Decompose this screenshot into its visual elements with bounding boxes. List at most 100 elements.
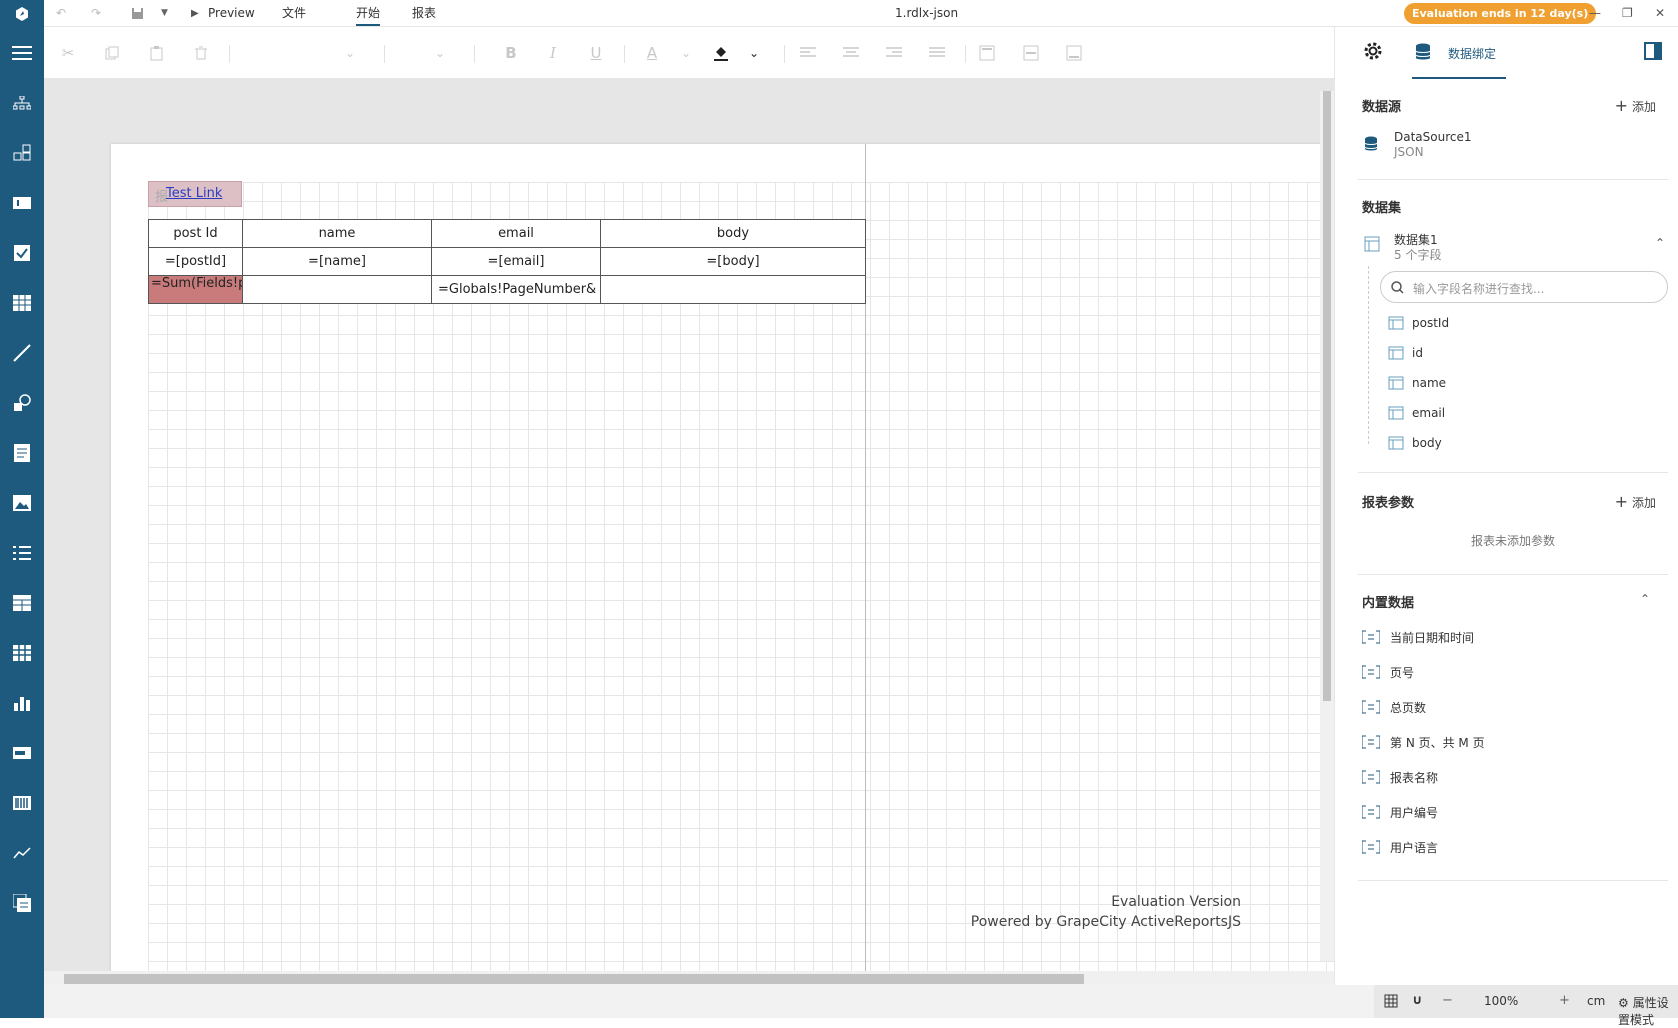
header-cell-postid[interactable]: post Id (148, 219, 243, 248)
settings-gear-icon[interactable] (1362, 40, 1386, 64)
field-item[interactable]: postId (1388, 312, 1449, 334)
hamburger-menu-icon[interactable] (10, 41, 34, 65)
valign-top-icon[interactable] (975, 41, 999, 65)
zoom-out-button[interactable]: − (1442, 993, 1453, 1008)
field-item[interactable]: id (1388, 342, 1423, 364)
undo-button[interactable]: ↶ (56, 0, 66, 27)
align-justify-icon[interactable] (925, 41, 949, 65)
builtin-collapse-icon[interactable]: ⌃ (1640, 592, 1650, 606)
vertical-scrollbar[interactable] (1320, 91, 1334, 961)
textbox-icon[interactable] (10, 191, 34, 215)
footer-cell-sum[interactable]: =Sum(Fields!postId.value) (148, 275, 243, 304)
font-size-dropdown-icon[interactable]: ⌄ (428, 41, 452, 65)
field-item[interactable]: email (1388, 402, 1445, 424)
play-icon[interactable]: ▶ (191, 0, 199, 27)
footer-cell-name[interactable] (242, 275, 432, 304)
checkbox-icon[interactable] (10, 241, 34, 265)
header-cell-email[interactable]: email (431, 219, 601, 248)
field-item[interactable]: body (1388, 432, 1442, 454)
save-dropdown-icon[interactable]: ▼ (161, 0, 168, 27)
dataset-collapse-icon[interactable]: ⌃ (1655, 236, 1665, 250)
test-link[interactable]: Test Link (166, 186, 222, 201)
italic-icon[interactable]: I (541, 41, 565, 65)
image-icon[interactable] (10, 491, 34, 515)
paste-icon[interactable] (145, 41, 169, 65)
menu-report[interactable]: 报表 (412, 0, 436, 27)
chart-icon[interactable] (10, 691, 34, 715)
save-icon[interactable] (131, 0, 144, 27)
bullet-icon[interactable] (10, 741, 34, 765)
menu-start[interactable]: 开始 (356, 0, 381, 26)
copy-icon[interactable] (100, 41, 124, 65)
valign-bottom-icon[interactable] (1062, 41, 1086, 65)
unit-selector[interactable]: cm (1587, 994, 1605, 1008)
preview-button[interactable]: Preview (208, 0, 255, 27)
list-icon[interactable] (10, 541, 34, 565)
align-left-icon[interactable] (796, 41, 820, 65)
detail-cell-name[interactable]: =[name] (242, 247, 432, 276)
builtin-item[interactable]: 用户编号 (1362, 801, 1438, 823)
shape-icon[interactable] (10, 391, 34, 415)
font-color-dropdown-icon[interactable]: ⌄ (674, 41, 698, 65)
header-cell-name[interactable]: name (242, 219, 432, 248)
bold-icon[interactable]: B (499, 41, 523, 65)
table-icon[interactable] (10, 591, 34, 615)
zoom-in-button[interactable]: + (1559, 993, 1570, 1008)
horizontal-scrollbar[interactable] (44, 971, 1334, 985)
evaluation-badge: Evaluation ends in 12 day(s) (1404, 3, 1597, 24)
hierarchy-icon[interactable] (10, 91, 34, 115)
add-datasource-button[interactable]: + 添加 (1615, 96, 1656, 115)
builtin-item[interactable]: 当前日期和时间 (1362, 626, 1474, 648)
tablix-icon[interactable] (10, 641, 34, 665)
delete-icon[interactable] (189, 41, 213, 65)
font-color-icon[interactable]: A (640, 41, 664, 65)
vertical-scroll-thumb[interactable] (1323, 91, 1331, 701)
property-mode-button[interactable]: ⚙ 属性设置模式 (1618, 994, 1678, 1028)
cut-icon[interactable]: ✂ (56, 41, 80, 65)
fill-color-icon[interactable] (709, 41, 733, 65)
zoom-level[interactable]: 100% (1484, 994, 1518, 1008)
snap-icon[interactable]: ∪ (1412, 993, 1423, 1008)
report-page[interactable]: 报 Test Link post Id name email body =[po… (111, 144, 1334, 971)
sparkline-icon[interactable] (10, 841, 34, 865)
builtin-item[interactable]: 页号 (1362, 661, 1414, 683)
valign-middle-icon[interactable] (1019, 41, 1043, 65)
builtin-item[interactable]: 总页数 (1362, 696, 1426, 718)
menu-file[interactable]: 文件 (282, 0, 306, 27)
field-item[interactable]: name (1388, 372, 1446, 394)
align-right-icon[interactable] (882, 41, 906, 65)
add-param-button[interactable]: + 添加 (1615, 492, 1656, 511)
underline-icon[interactable]: U (584, 41, 608, 65)
minimize-icon[interactable]: — (1589, 0, 1601, 27)
font-family-dropdown-icon[interactable]: ⌄ (338, 41, 362, 65)
components-icon[interactable] (10, 141, 34, 165)
detail-cell-body[interactable]: =[body] (600, 247, 866, 276)
line-icon[interactable] (10, 341, 34, 365)
builtin-item[interactable]: 报表名称 (1362, 766, 1438, 788)
field-search-input[interactable]: 输入字段名称进行查找... (1380, 271, 1668, 303)
evaluation-watermark: Evaluation Version Powered by GrapeCity … (971, 892, 1241, 932)
fill-color-dropdown-icon[interactable]: ⌄ (742, 41, 766, 65)
barcode-icon[interactable] (10, 791, 34, 815)
grid-toggle-icon[interactable] (1384, 994, 1398, 1012)
header-cell-body[interactable]: body (600, 219, 866, 248)
footer-cell-pagenumber[interactable]: =Globals!PageNumber& (431, 275, 601, 304)
design-canvas[interactable]: 报 Test Link post Id name email body =[po… (44, 79, 1334, 971)
link-textbox[interactable]: 报 Test Link (148, 181, 242, 207)
builtin-item[interactable]: 第 N 页、共 M 页 (1362, 731, 1485, 753)
datasource-name[interactable]: DataSource1 (1394, 130, 1472, 144)
detail-cell-postid[interactable]: =[postId] (148, 247, 243, 276)
close-icon[interactable]: ✕ (1655, 0, 1665, 27)
redo-button[interactable]: ↷ (91, 0, 101, 27)
align-center-icon[interactable] (839, 41, 863, 65)
richtext-icon[interactable] (10, 441, 34, 465)
footer-cell-body[interactable] (600, 275, 866, 304)
tab-data-binding[interactable]: 数据绑定 (1412, 27, 1506, 79)
horizontal-scroll-thumb[interactable] (64, 974, 1084, 984)
subreport-icon[interactable] (10, 891, 34, 915)
detail-cell-email[interactable]: =[email] (431, 247, 601, 276)
matrix-icon[interactable] (10, 291, 34, 315)
restore-icon[interactable]: ❐ (1622, 0, 1633, 27)
builtin-item[interactable]: 用户语言 (1362, 836, 1438, 858)
panel-toggle-icon[interactable] (1644, 42, 1666, 64)
